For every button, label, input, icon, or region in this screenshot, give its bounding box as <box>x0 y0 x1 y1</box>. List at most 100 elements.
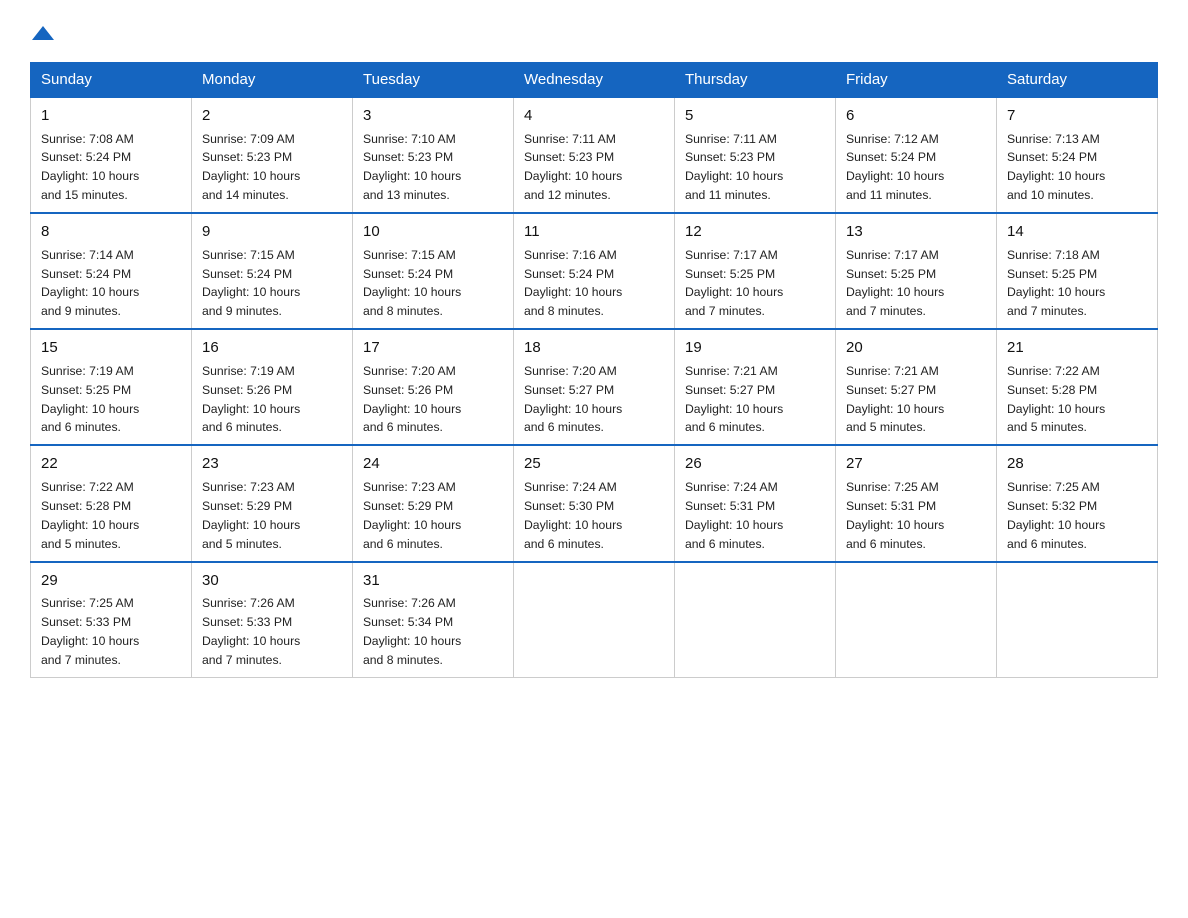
day-number: 28 <box>1007 453 1147 476</box>
day-info: Sunrise: 7:08 AMSunset: 5:24 PMDaylight:… <box>41 132 139 203</box>
day-number: 23 <box>202 453 342 476</box>
day-info: Sunrise: 7:20 AMSunset: 5:27 PMDaylight:… <box>524 364 622 435</box>
day-info: Sunrise: 7:19 AMSunset: 5:26 PMDaylight:… <box>202 364 300 435</box>
day-number: 20 <box>846 337 986 360</box>
day-number: 12 <box>685 221 825 244</box>
column-header-wednesday: Wednesday <box>514 63 675 98</box>
day-info: Sunrise: 7:24 AMSunset: 5:30 PMDaylight:… <box>524 480 622 551</box>
calendar-header: SundayMondayTuesdayWednesdayThursdayFrid… <box>31 63 1158 98</box>
day-info: Sunrise: 7:11 AMSunset: 5:23 PMDaylight:… <box>524 132 622 203</box>
calendar-cell: 16 Sunrise: 7:19 AMSunset: 5:26 PMDayligh… <box>192 329 353 445</box>
calendar-cell: 27Sunrise: 7:25 AMSunset: 5:31 PMDayligh… <box>836 445 997 561</box>
calendar-cell <box>836 562 997 678</box>
calendar-cell: 2 Sunrise: 7:09 AMSunset: 5:23 PMDaylight… <box>192 97 353 213</box>
day-info: Sunrise: 7:20 AMSunset: 5:26 PMDaylight:… <box>363 364 461 435</box>
day-info: Sunrise: 7:09 AMSunset: 5:23 PMDaylight:… <box>202 132 300 203</box>
column-header-tuesday: Tuesday <box>353 63 514 98</box>
day-number: 10 <box>363 221 503 244</box>
week-row-1: 1 Sunrise: 7:08 AMSunset: 5:24 PMDaylight… <box>31 97 1158 213</box>
calendar-cell: 29 Sunrise: 7:25 AMSunset: 5:33 PMDayligh… <box>31 562 192 678</box>
calendar-cell: 20 Sunrise: 7:21 AMSunset: 5:27 PMDayligh… <box>836 329 997 445</box>
day-info: Sunrise: 7:21 AMSunset: 5:27 PMDaylight:… <box>846 364 944 435</box>
calendar-cell: 17 Sunrise: 7:20 AMSunset: 5:26 PMDayligh… <box>353 329 514 445</box>
week-row-5: 29 Sunrise: 7:25 AMSunset: 5:33 PMDayligh… <box>31 562 1158 678</box>
day-number: 6 <box>846 105 986 128</box>
calendar-cell: 22Sunrise: 7:22 AMSunset: 5:28 PMDayligh… <box>31 445 192 561</box>
calendar-cell: 25 Sunrise: 7:24 AMSunset: 5:30 PMDayligh… <box>514 445 675 561</box>
day-number: 15 <box>41 337 181 360</box>
calendar-cell: 24Sunrise: 7:23 AMSunset: 5:29 PMDayligh… <box>353 445 514 561</box>
day-number: 31 <box>363 570 503 593</box>
day-number: 30 <box>202 570 342 593</box>
day-number: 25 <box>524 453 664 476</box>
calendar-cell: 4 Sunrise: 7:11 AMSunset: 5:23 PMDaylight… <box>514 97 675 213</box>
day-info: Sunrise: 7:26 AMSunset: 5:34 PMDaylight:… <box>363 596 461 667</box>
week-row-3: 15 Sunrise: 7:19 AMSunset: 5:25 PMDayligh… <box>31 329 1158 445</box>
calendar-cell: 1 Sunrise: 7:08 AMSunset: 5:24 PMDaylight… <box>31 97 192 213</box>
column-header-monday: Monday <box>192 63 353 98</box>
calendar-cell: 10Sunrise: 7:15 AMSunset: 5:24 PMDayligh… <box>353 213 514 329</box>
day-info: Sunrise: 7:14 AMSunset: 5:24 PMDaylight:… <box>41 248 139 319</box>
column-header-thursday: Thursday <box>675 63 836 98</box>
day-number: 14 <box>1007 221 1147 244</box>
day-info: Sunrise: 7:19 AMSunset: 5:25 PMDaylight:… <box>41 364 139 435</box>
calendar-cell: 28 Sunrise: 7:25 AMSunset: 5:32 PMDayligh… <box>997 445 1158 561</box>
day-number: 1 <box>41 105 181 128</box>
day-number: 7 <box>1007 105 1147 128</box>
calendar-cell: 21 Sunrise: 7:22 AMSunset: 5:28 PMDayligh… <box>997 329 1158 445</box>
day-info: Sunrise: 7:12 AMSunset: 5:24 PMDaylight:… <box>846 132 944 203</box>
calendar-cell: 14 Sunrise: 7:18 AMSunset: 5:25 PMDayligh… <box>997 213 1158 329</box>
logo-triangle-icon <box>32 22 54 44</box>
day-info: Sunrise: 7:15 AMSunset: 5:24 PMDaylight:… <box>202 248 300 319</box>
logo <box>30 20 54 44</box>
calendar-cell: 30 Sunrise: 7:26 AMSunset: 5:33 PMDayligh… <box>192 562 353 678</box>
calendar-cell: 15 Sunrise: 7:19 AMSunset: 5:25 PMDayligh… <box>31 329 192 445</box>
calendar-cell: 9 Sunrise: 7:15 AMSunset: 5:24 PMDaylight… <box>192 213 353 329</box>
day-info: Sunrise: 7:13 AMSunset: 5:24 PMDaylight:… <box>1007 132 1105 203</box>
calendar-cell: 8Sunrise: 7:14 AMSunset: 5:24 PMDaylight… <box>31 213 192 329</box>
day-number: 4 <box>524 105 664 128</box>
day-info: Sunrise: 7:16 AMSunset: 5:24 PMDaylight:… <box>524 248 622 319</box>
day-number: 21 <box>1007 337 1147 360</box>
day-number: 11 <box>524 221 664 244</box>
day-info: Sunrise: 7:22 AMSunset: 5:28 PMDaylight:… <box>41 480 139 551</box>
day-info: Sunrise: 7:25 AMSunset: 5:31 PMDaylight:… <box>846 480 944 551</box>
day-number: 24 <box>363 453 503 476</box>
day-info: Sunrise: 7:25 AMSunset: 5:33 PMDaylight:… <box>41 596 139 667</box>
day-info: Sunrise: 7:21 AMSunset: 5:27 PMDaylight:… <box>685 364 783 435</box>
column-header-friday: Friday <box>836 63 997 98</box>
calendar-table: SundayMondayTuesdayWednesdayThursdayFrid… <box>30 62 1158 678</box>
calendar-cell: 31 Sunrise: 7:26 AMSunset: 5:34 PMDayligh… <box>353 562 514 678</box>
calendar-cell: 26 Sunrise: 7:24 AMSunset: 5:31 PMDayligh… <box>675 445 836 561</box>
week-row-4: 22Sunrise: 7:22 AMSunset: 5:28 PMDayligh… <box>31 445 1158 561</box>
calendar-cell: 11 Sunrise: 7:16 AMSunset: 5:24 PMDayligh… <box>514 213 675 329</box>
calendar-cell: 3Sunrise: 7:10 AMSunset: 5:23 PMDaylight… <box>353 97 514 213</box>
day-info: Sunrise: 7:24 AMSunset: 5:31 PMDaylight:… <box>685 480 783 551</box>
day-number: 16 <box>202 337 342 360</box>
day-number: 17 <box>363 337 503 360</box>
column-header-sunday: Sunday <box>31 63 192 98</box>
day-info: Sunrise: 7:11 AMSunset: 5:23 PMDaylight:… <box>685 132 783 203</box>
day-info: Sunrise: 7:25 AMSunset: 5:32 PMDaylight:… <box>1007 480 1105 551</box>
day-number: 26 <box>685 453 825 476</box>
calendar-cell: 7 Sunrise: 7:13 AMSunset: 5:24 PMDaylight… <box>997 97 1158 213</box>
day-number: 3 <box>363 105 503 128</box>
day-number: 19 <box>685 337 825 360</box>
calendar-cell <box>675 562 836 678</box>
calendar-cell <box>997 562 1158 678</box>
calendar-cell: 5 Sunrise: 7:11 AMSunset: 5:23 PMDaylight… <box>675 97 836 213</box>
day-number: 2 <box>202 105 342 128</box>
day-info: Sunrise: 7:22 AMSunset: 5:28 PMDaylight:… <box>1007 364 1105 435</box>
day-info: Sunrise: 7:26 AMSunset: 5:33 PMDaylight:… <box>202 596 300 667</box>
calendar-cell: 23Sunrise: 7:23 AMSunset: 5:29 PMDayligh… <box>192 445 353 561</box>
day-number: 29 <box>41 570 181 593</box>
day-info: Sunrise: 7:18 AMSunset: 5:25 PMDaylight:… <box>1007 248 1105 319</box>
calendar-cell: 13Sunrise: 7:17 AMSunset: 5:25 PMDayligh… <box>836 213 997 329</box>
calendar-cell: 6 Sunrise: 7:12 AMSunset: 5:24 PMDaylight… <box>836 97 997 213</box>
week-row-2: 8Sunrise: 7:14 AMSunset: 5:24 PMDaylight… <box>31 213 1158 329</box>
calendar-body: 1 Sunrise: 7:08 AMSunset: 5:24 PMDaylight… <box>31 97 1158 677</box>
calendar-cell <box>514 562 675 678</box>
day-number: 5 <box>685 105 825 128</box>
day-number: 9 <box>202 221 342 244</box>
calendar-cell: 18Sunrise: 7:20 AMSunset: 5:27 PMDayligh… <box>514 329 675 445</box>
